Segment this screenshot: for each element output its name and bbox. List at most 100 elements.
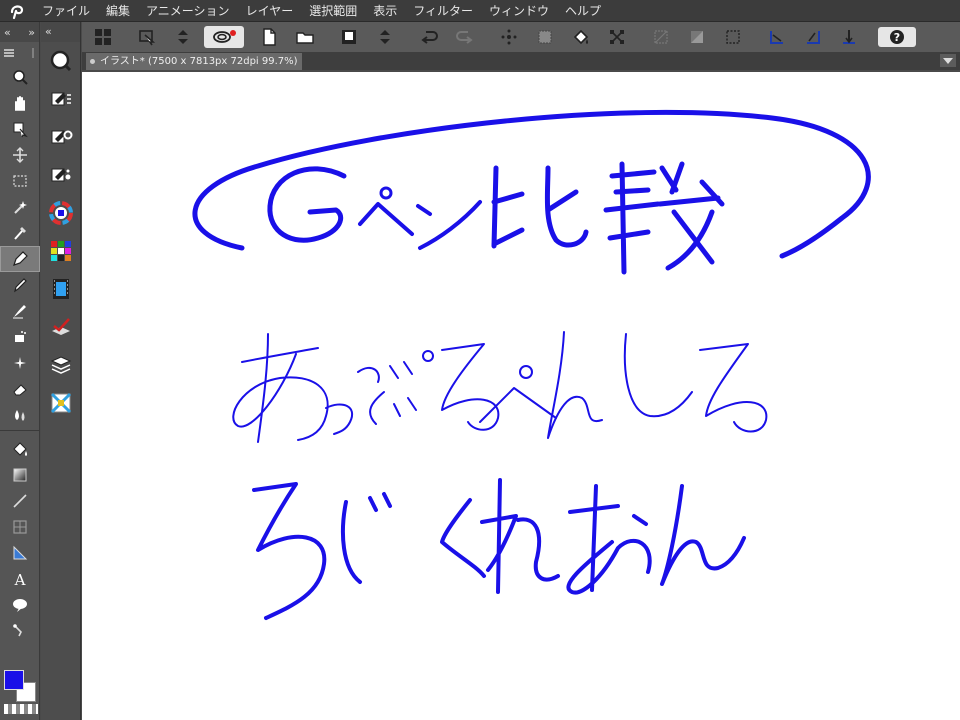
figure-tool-icon[interactable] xyxy=(0,488,40,514)
layer-icon[interactable] xyxy=(41,346,81,384)
menu-edit[interactable]: 編集 xyxy=(98,0,138,22)
save-icon[interactable] xyxy=(334,24,364,50)
app-logo-icon[interactable] xyxy=(0,0,34,22)
line3-char-ji xyxy=(340,492,392,584)
fill-tool-icon[interactable] xyxy=(0,436,40,462)
select-frame-icon[interactable] xyxy=(718,24,748,50)
line2-char-ru2 xyxy=(699,343,768,433)
layer-property-icon[interactable] xyxy=(41,308,81,346)
brush-tool-icon[interactable] xyxy=(0,298,40,324)
ruler-snap-icon[interactable] xyxy=(762,24,792,50)
gradient-tool-icon[interactable] xyxy=(0,462,40,488)
line2-char-pu xyxy=(357,361,417,425)
timeline-icon[interactable] xyxy=(41,270,81,308)
correct-line-tool-icon[interactable] xyxy=(0,618,40,644)
canvas-tab-bar: イラスト* (7500 x 7813px 72dpi 99.7%) xyxy=(82,52,960,70)
material-icon[interactable] xyxy=(41,384,81,422)
layout-icon[interactable] xyxy=(88,24,118,50)
line3-char-re xyxy=(480,478,560,594)
pencil-tool-icon[interactable] xyxy=(0,272,40,298)
panel-strip-header: « xyxy=(41,22,80,42)
lasso-icon[interactable] xyxy=(204,26,244,48)
canvas-tab[interactable]: イラスト* (7500 x 7813px 72dpi 99.7%) xyxy=(86,53,302,70)
undo-icon[interactable] xyxy=(414,24,444,50)
new-file-icon[interactable] xyxy=(254,24,284,50)
eraser-tool-icon[interactable] xyxy=(0,376,40,402)
tab-menu-icon[interactable] xyxy=(940,54,956,67)
transparent-color-swatch[interactable] xyxy=(4,704,38,714)
collapse-left-icon-2[interactable]: « xyxy=(45,25,52,38)
line2-char-small-tsu xyxy=(325,403,353,435)
palette-resize-icon[interactable] xyxy=(30,47,36,59)
menu-animation[interactable]: アニメーション xyxy=(138,0,238,22)
zoom-tool-icon[interactable] xyxy=(0,64,40,90)
menu-view[interactable]: 表示 xyxy=(365,0,405,22)
line2-char-pe xyxy=(479,387,557,423)
ruler-tool-icon[interactable] xyxy=(0,540,40,566)
line2-char-a xyxy=(232,333,329,443)
navigator-icon[interactable] xyxy=(41,42,81,80)
airbrush-tool-icon[interactable] xyxy=(0,324,40,350)
brush-size-icon[interactable] xyxy=(41,156,81,194)
layer-mask-icon[interactable] xyxy=(682,24,712,50)
sub-tool-icon[interactable] xyxy=(41,80,81,118)
collapse-right-icon[interactable]: » xyxy=(28,26,35,39)
line2-char-shi xyxy=(623,333,693,418)
eyedropper-tool-icon[interactable] xyxy=(0,220,40,246)
line3-char-ku xyxy=(440,498,486,578)
title-char-pe xyxy=(358,202,414,236)
collapse-left-icon[interactable]: « xyxy=(4,26,11,39)
decoration-tool-icon[interactable] xyxy=(0,350,40,376)
open-folder-icon[interactable] xyxy=(290,24,320,50)
transform-icon[interactable] xyxy=(132,24,162,50)
color-icons xyxy=(4,670,38,714)
line3-char-ro xyxy=(252,482,327,620)
tool-palette-header: « » xyxy=(0,22,39,42)
line3-char-n2 xyxy=(660,484,746,586)
drawing-canvas[interactable] xyxy=(82,72,960,720)
tool-property-icon[interactable] xyxy=(41,118,81,156)
frame-border-tool-icon[interactable] xyxy=(0,514,40,540)
stepper-icon[interactable] xyxy=(168,24,198,50)
title-ellipse-stroke xyxy=(192,109,871,259)
menu-bar: ファイル 編集 アニメーション レイヤー 選択範囲 表示 フィルター ウィンドウ… xyxy=(0,0,960,22)
main-color-swatch[interactable] xyxy=(4,670,24,690)
palette-menu-icon[interactable] xyxy=(3,47,15,59)
transform-crop-icon[interactable] xyxy=(602,24,632,50)
handwriting-strokes xyxy=(192,109,871,620)
menu-filter[interactable]: フィルター xyxy=(405,0,481,22)
fill-icon[interactable] xyxy=(566,24,596,50)
menu-selection[interactable]: 選択範囲 xyxy=(301,0,365,22)
snap-icon[interactable] xyxy=(494,24,524,50)
menu-file[interactable]: ファイル xyxy=(34,0,98,22)
hide-selection-icon[interactable] xyxy=(646,24,676,50)
menu-layer[interactable]: レイヤー xyxy=(238,0,302,22)
sub-tool-panel-strip: « xyxy=(41,22,81,720)
help-icon[interactable]: ? xyxy=(878,27,916,47)
line2-char-n xyxy=(547,331,603,439)
text-tool-icon[interactable]: A xyxy=(0,566,40,592)
tool-palette: « » A xyxy=(0,22,40,720)
selection-icon[interactable] xyxy=(530,24,560,50)
color-set-icon[interactable] xyxy=(41,232,81,270)
operation-tool-icon[interactable] xyxy=(0,116,40,142)
stepper-icon-2[interactable] xyxy=(370,24,400,50)
grid-snap-icon[interactable] xyxy=(834,24,864,50)
title-char-g xyxy=(267,166,347,243)
title-char-n xyxy=(416,200,482,250)
balloon-tool-icon[interactable] xyxy=(0,592,40,618)
hand-tool-icon[interactable] xyxy=(0,90,40,116)
pen-tool-icon[interactable] xyxy=(0,246,40,272)
menu-help[interactable]: ヘルプ xyxy=(557,0,609,22)
line3-char-o xyxy=(566,484,652,595)
special-ruler-snap-icon[interactable] xyxy=(798,24,828,50)
title-char-kaku xyxy=(603,161,725,275)
auto-select-tool-icon[interactable] xyxy=(0,194,40,220)
command-bar: ? xyxy=(82,22,960,52)
blend-tool-icon[interactable] xyxy=(0,402,40,428)
selection-tool-icon[interactable] xyxy=(0,168,40,194)
redo-icon[interactable] xyxy=(450,24,480,50)
menu-window[interactable]: ウィンドウ xyxy=(481,0,557,22)
color-wheel-icon[interactable] xyxy=(41,194,81,232)
move-layer-tool-icon[interactable] xyxy=(0,142,40,168)
